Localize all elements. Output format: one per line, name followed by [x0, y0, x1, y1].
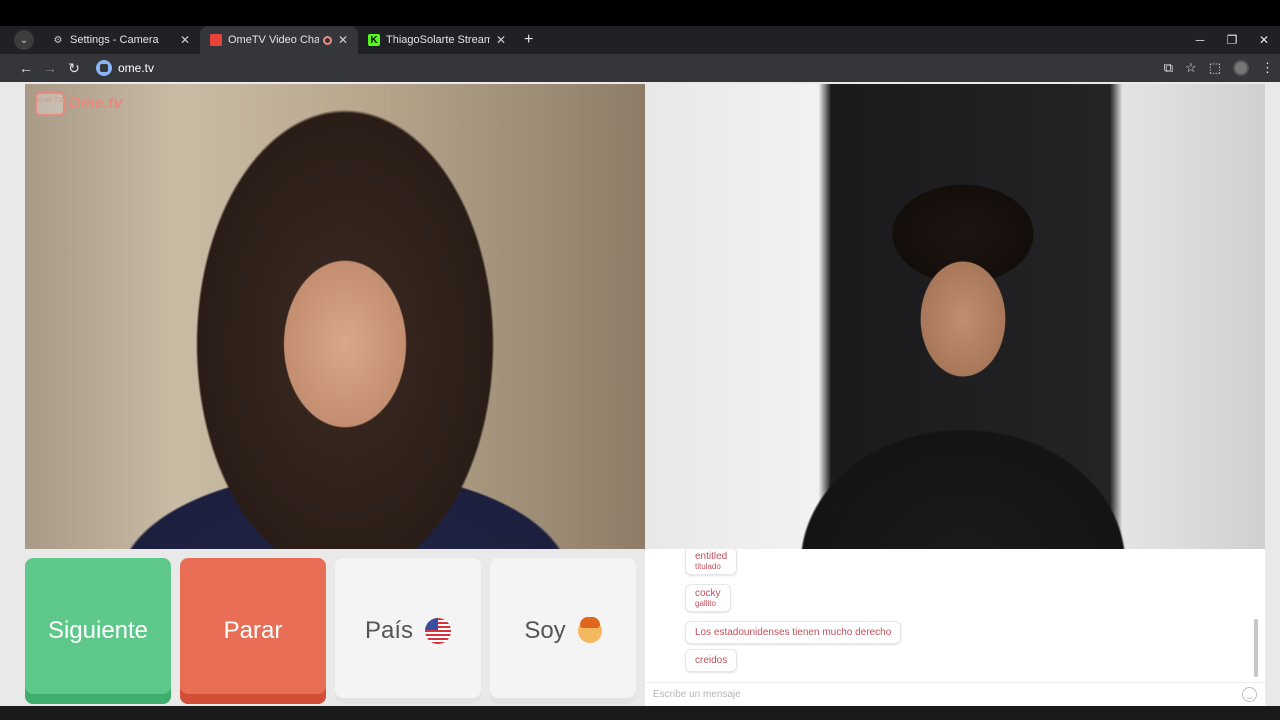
- tab-kick-stream[interactable]: K ThiagoSolarte Stream - Watch l ✕: [358, 26, 516, 54]
- cast-icon[interactable]: ⧉: [1164, 60, 1173, 76]
- tab-title: Settings - Camera: [70, 34, 159, 46]
- ometv-page: Ome TV Ome.tv Siguiente Parar País Soy e…: [0, 82, 1280, 720]
- top-band: [0, 0, 1280, 26]
- url-text: ome.tv: [118, 61, 155, 75]
- chat-scrollbar[interactable]: [1254, 619, 1258, 677]
- gender-button-label: Soy: [524, 617, 566, 644]
- close-icon[interactable]: ✕: [496, 33, 506, 47]
- minimize-icon[interactable]: ─: [1184, 33, 1216, 47]
- chat-message: Los estadounidenses tienen mucho derecho: [685, 621, 902, 644]
- tab-title: ThiagoSolarte Stream - Watch l: [386, 34, 490, 46]
- emoji-smile-icon[interactable]: [1242, 687, 1257, 702]
- message-text: cocky: [695, 588, 721, 599]
- chat-panel: entitled titulado cocky gallito Los esta…: [645, 549, 1265, 706]
- message-text: Los estadounidenses tienen mucho derecho: [695, 627, 892, 638]
- self-video: [645, 84, 1265, 549]
- tab-strip: ⌄ ⚙ Settings - Camera ✕ OmeTV Video Chat…: [0, 26, 1280, 54]
- message-translation: titulado: [695, 562, 721, 571]
- chat-input-bar: [645, 682, 1265, 706]
- gender-button[interactable]: Soy: [490, 558, 636, 704]
- close-icon[interactable]: ✕: [180, 33, 190, 47]
- message-text: creidos: [695, 655, 728, 666]
- chat-message: cocky gallito: [685, 584, 731, 612]
- message-translation: gallito: [695, 599, 716, 608]
- address-bar[interactable]: ome.tv: [96, 57, 1136, 79]
- back-icon[interactable]: ←: [14, 60, 38, 76]
- reload-icon[interactable]: ↻: [62, 60, 86, 77]
- tab-title: OmeTV Video Chat — Ome: [228, 34, 319, 46]
- browser-toolbar: ← → ↻ ome.tv ⧉ ☆ ⬚ ⋮: [0, 54, 1280, 82]
- taskbar-strip: [0, 706, 1280, 720]
- profile-avatar[interactable]: [1233, 60, 1249, 76]
- message-text: entitled: [695, 551, 728, 562]
- tab-settings-camera[interactable]: ⚙ Settings - Camera ✕: [42, 26, 200, 54]
- country-button-label: País: [364, 617, 414, 644]
- next-button[interactable]: Siguiente: [25, 558, 171, 704]
- extensions-icon[interactable]: ⬚: [1209, 60, 1221, 76]
- chat-message-input[interactable]: [653, 689, 1213, 700]
- stop-button-label: Parar: [223, 617, 283, 644]
- logo-badge: Ome TV: [35, 92, 65, 116]
- boy-emoji-icon: [577, 617, 602, 643]
- ometv-favicon-icon: [210, 34, 222, 46]
- us-flag-icon: [425, 618, 452, 644]
- tab-ometv[interactable]: OmeTV Video Chat — Ome ✕: [200, 26, 358, 54]
- stop-button[interactable]: Parar: [180, 558, 326, 704]
- forward-icon[interactable]: →: [38, 60, 62, 76]
- gear-icon: ⚙: [53, 34, 63, 46]
- window-close-icon[interactable]: ✕: [1248, 33, 1280, 47]
- close-icon[interactable]: ✕: [338, 33, 348, 47]
- stranger-video: Ome TV Ome.tv: [25, 84, 645, 549]
- recording-icon: [322, 35, 332, 45]
- tab-search-icon[interactable]: ⌄: [14, 30, 34, 50]
- logo-text: Ome.tv: [68, 95, 123, 112]
- site-info-icon[interactable]: [96, 60, 112, 76]
- next-button-label: Siguiente: [47, 617, 149, 644]
- bookmark-star-icon[interactable]: ☆: [1185, 60, 1197, 76]
- menu-dots-icon[interactable]: ⋮: [1261, 60, 1274, 76]
- chat-message: creidos: [685, 649, 738, 672]
- chat-message: entitled titulado: [685, 549, 738, 575]
- toolbar-actions: ⧉ ☆ ⬚ ⋮: [1164, 54, 1274, 82]
- new-tab-icon[interactable]: +: [524, 31, 533, 49]
- country-button[interactable]: País: [335, 558, 481, 704]
- window-controls: ─ ❐ ✕: [1184, 26, 1280, 54]
- kick-favicon-icon: K: [368, 34, 380, 46]
- maximize-icon[interactable]: ❐: [1216, 33, 1248, 47]
- ometv-logo: Ome TV Ome.tv: [35, 92, 122, 116]
